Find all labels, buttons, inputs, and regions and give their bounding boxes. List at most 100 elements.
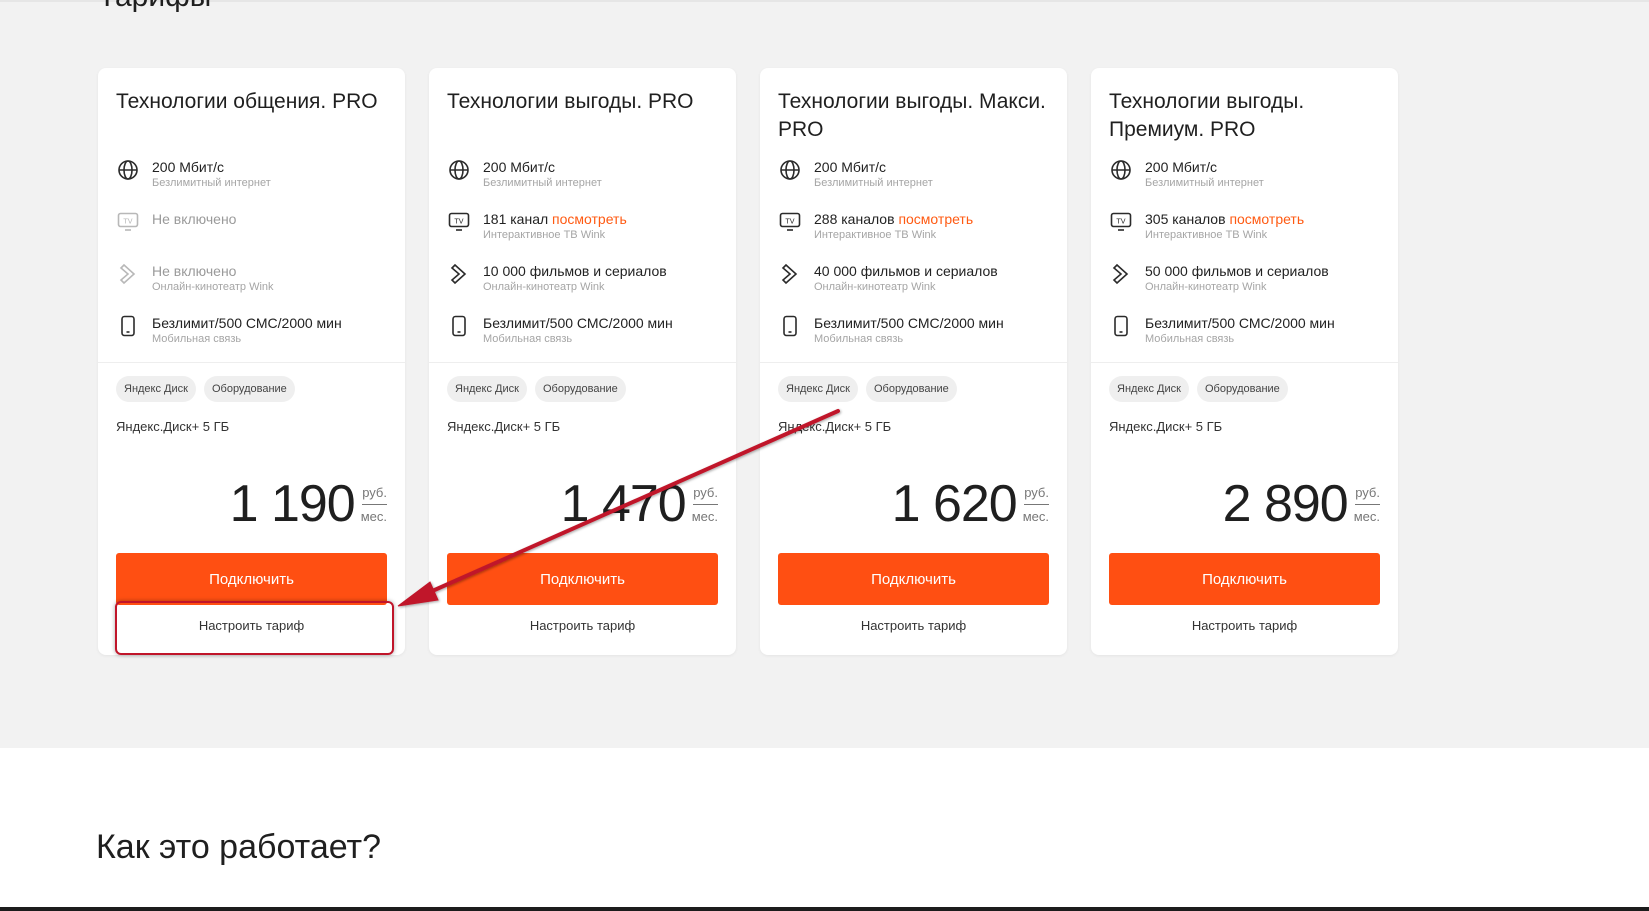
feature-sub: Безлимитный интернет [152,177,271,189]
feature-cinema: 40 000 фильмов и сериалов Онлайн-кинотеат… [778,262,1058,314]
feature-cinema: Не включено Онлайн-кинотеатр Wink [116,262,396,314]
phone-icon [116,314,140,338]
feature-cinema: 50 000 фильмов и сериалов Онлайн-кинотеат… [1109,262,1389,314]
connect-button[interactable]: Подключить [1109,553,1380,605]
feature-cinema: 10 000 фильмов и сериалов Онлайн-кинотеат… [447,262,727,314]
feature-main: 10 000 фильмов и сериалов [483,263,667,279]
tv-icon: TV [116,210,140,234]
top-divider [0,0,1649,2]
chip-group: Яндекс Диск Оборудование [447,376,626,402]
connect-button[interactable]: Подключить [447,553,718,605]
chip-equipment[interactable]: Оборудование [865,376,957,402]
chip-yandex-disk[interactable]: Яндекс Диск [116,376,196,402]
feature-sub: Интерактивное ТВ Wink [1145,229,1268,241]
feature-main: Безлимит/500 СМС/2000 мин [152,315,342,331]
svg-text:TV: TV [784,218,794,226]
globe-icon [447,158,471,182]
tv-icon: TV [778,210,802,234]
channels-view-link[interactable]: посмотреть [898,211,973,227]
feature-sub: Мобильная связь [814,333,904,345]
globe-icon [1109,158,1133,182]
feature-mobile: Безлимит/500 СМС/2000 мин Мобильная связь [447,314,727,366]
chip-group: Яндекс Диск Оборудование [778,376,957,402]
feature-main: 40 000 фильмов и сериалов [814,263,998,279]
tv-icon: TV [447,210,471,234]
chip-equipment[interactable]: Оборудование [534,376,626,402]
feature-sub: Интерактивное ТВ Wink [483,229,606,241]
globe-icon [116,158,140,182]
card-divider [98,362,405,363]
feature-internet: 200 Мбит/с Безлимитный интернет [778,158,1058,210]
svg-text:TV: TV [122,218,132,226]
how-it-works-section: Как это работает? [0,748,1649,908]
tv-icon: TV [1109,210,1133,234]
chip-yandex-disk[interactable]: Яндекс Диск [1109,376,1189,402]
price-period: мес. [691,508,718,524]
feature-main: Безлимит/500 СМС/2000 мин [1145,315,1335,331]
feature-sub: Онлайн-кинотеатр Wink [1145,281,1267,293]
connect-button[interactable]: Подключить [116,553,387,605]
how-it-works-title: Как это работает? [96,828,381,866]
feature-mobile: Безлимит/500 СМС/2000 мин Мобильная связь [116,314,396,366]
bottom-divider [0,907,1649,911]
extra-option: Яндекс.Диск+ 5 ГБ [447,419,561,434]
play-icon [1109,262,1133,286]
feature-main: Безлимит/500 СМС/2000 мин [814,315,1004,331]
connect-button[interactable]: Подключить [778,553,1049,605]
chip-yandex-disk[interactable]: Яндекс Диск [447,376,527,402]
feature-main: Не включено [152,263,237,279]
feature-sub: Безлимитный интернет [483,177,602,189]
feature-main: 181 канал [483,211,549,227]
feature-tv: TV Не включено [116,210,396,262]
chip-equipment[interactable]: Оборудование [203,376,295,402]
feature-main: 305 каналов [1145,211,1226,227]
feature-main: Не включено [152,211,237,227]
card-divider [1091,362,1398,363]
feature-tv: TV 288 каналов посмотреть Интерактивное Т… [778,210,1058,262]
annotation-highlight-box [115,601,394,655]
feature-list: 200 Мбит/с Безлимитный интернет TV 288 ка… [778,158,1058,366]
configure-tariff-link[interactable]: Настроить тариф [447,609,718,643]
chip-yandex-disk[interactable]: Яндекс Диск [778,376,858,402]
feature-sub: Безлимитный интернет [814,177,933,189]
play-icon [447,262,471,286]
price-amount: 1 470 [560,475,687,533]
channels-view-link[interactable]: посмотреть [1229,211,1304,227]
phone-icon [1109,314,1133,338]
feature-sub: Безлимитный интернет [1145,177,1264,189]
feature-sub: Интерактивное ТВ Wink [814,229,937,241]
channels-view-link[interactable]: посмотреть [552,211,627,227]
globe-icon [778,158,802,182]
feature-sub: Онлайн-кинотеатр Wink [483,281,605,293]
feature-list: 200 Мбит/с Безлимитный интернет TV 305 ка… [1109,158,1389,366]
price-block: 1 620 руб. мес. [892,476,1049,532]
feature-sub: Онлайн-кинотеатр Wink [814,281,936,293]
tariff-card: Технологии выгоды. Макси. PRO 200 Мбит/с… [760,68,1067,655]
feature-internet: 200 Мбит/с Безлимитный интернет [116,158,396,210]
configure-tariff-link[interactable]: Настроить тариф [1109,609,1380,643]
feature-mobile: Безлимит/500 СМС/2000 мин Мобильная связь [778,314,1058,366]
price-block: 1 470 руб. мес. [561,476,718,532]
price-amount: 1 190 [229,475,356,533]
tariff-title: Технологии выгоды. Премиум. PRO [1109,90,1305,141]
section-title: Тарифы [98,0,211,14]
feature-sub: Мобильная связь [1145,333,1235,345]
play-icon [778,262,802,286]
price-currency: руб. [1355,485,1380,505]
feature-main: 200 Мбит/с [483,159,556,175]
feature-main: Безлимит/500 СМС/2000 мин [483,315,673,331]
price-currency: руб. [1024,485,1049,505]
feature-main: 200 Мбит/с [1145,159,1218,175]
chip-group: Яндекс Диск Оборудование [1109,376,1288,402]
feature-mobile: Безлимит/500 СМС/2000 мин Мобильная связь [1109,314,1389,366]
feature-main: 50 000 фильмов и сериалов [1145,263,1329,279]
chip-equipment[interactable]: Оборудование [1196,376,1288,402]
card-divider [760,362,1067,363]
feature-sub: Мобильная связь [483,333,573,345]
feature-sub: Онлайн-кинотеатр Wink [152,281,274,293]
configure-tariff-link[interactable]: Настроить тариф [778,609,1049,643]
feature-tv: TV 181 канал посмотреть Интерактивное ТВ … [447,210,727,262]
price-amount: 1 620 [891,475,1018,533]
feature-tv: TV 305 каналов посмотреть Интерактивное Т… [1109,210,1389,262]
price-period: мес. [1022,508,1049,524]
